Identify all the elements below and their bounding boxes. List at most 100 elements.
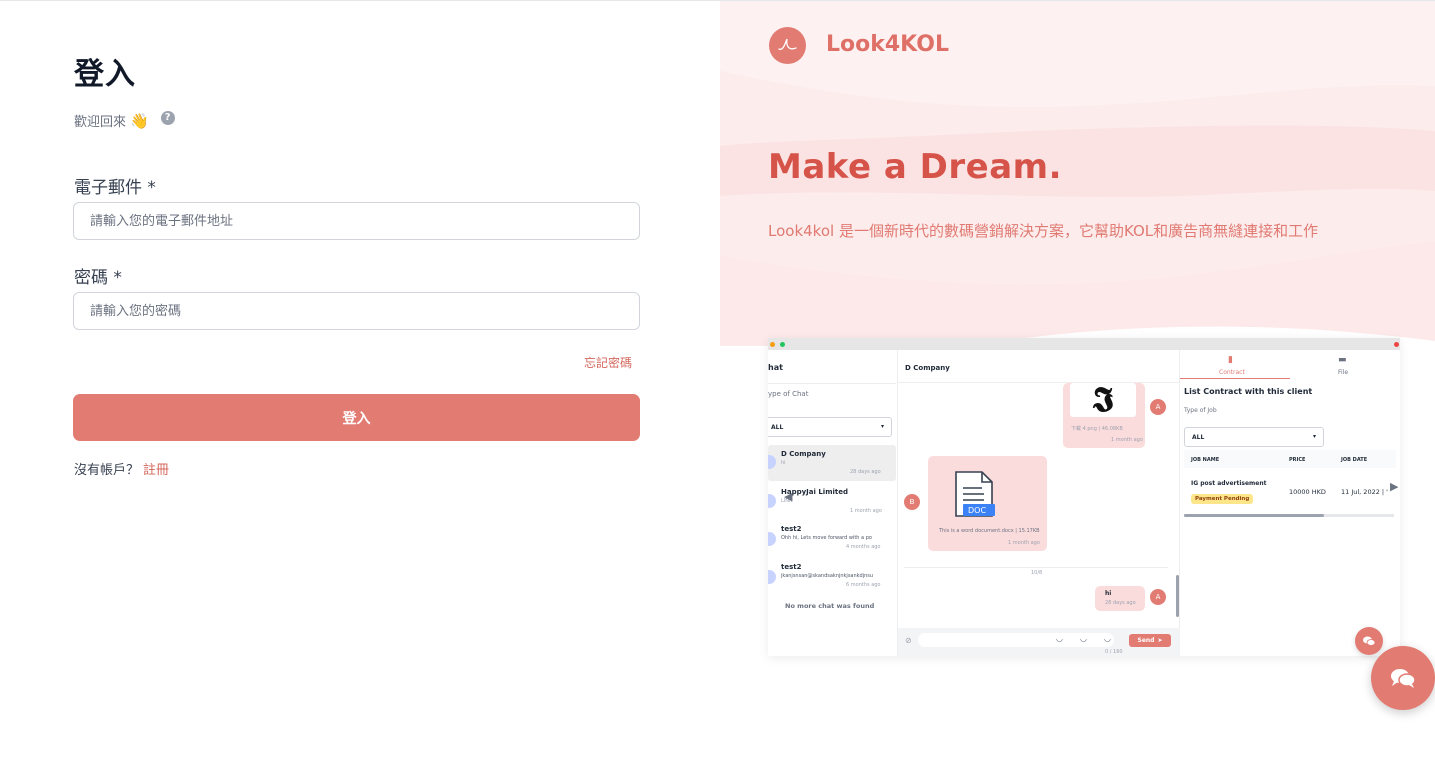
carousel-prev-icon[interactable]: ◀ (784, 490, 792, 503)
welcome-subtitle: 歡迎回來 👋 ? (74, 110, 175, 130)
horizontal-scrollbar[interactable] (1184, 514, 1394, 517)
char-count: 0 / 160 (1105, 649, 1123, 655)
live-chat-button[interactable] (1371, 646, 1435, 710)
doc-caption: This is a word document.docx | 15.17KB (939, 528, 1040, 534)
avatar: B (904, 494, 920, 510)
tab-contract-label: Contract (1219, 369, 1245, 376)
send-button[interactable]: Send ➤ (1129, 634, 1171, 647)
chat-name: D Company (781, 450, 826, 458)
date-divider: 10/8 (1031, 570, 1043, 576)
page-title: 登入 (74, 57, 136, 92)
emoji-icon[interactable]: ◡ (1056, 634, 1063, 643)
hero-description: Look4kol 是一個新時代的數碼營銷解決方案，它幫助KOL和廣告商無縫連接和… (768, 222, 1319, 240)
avatar: A (1150, 399, 1166, 415)
email-label: 電子郵件 * (74, 178, 156, 198)
carousel-next-icon[interactable]: ▶ (1390, 480, 1398, 493)
signup-link[interactable]: 註冊 (143, 463, 169, 478)
job-type-select[interactable]: ALL ▾ (1184, 427, 1324, 447)
chat-name: test2 (781, 563, 802, 571)
chat-icon (1391, 669, 1416, 688)
conversation-column: D Company 𝕴 下載 4.png | 46.08KB 1 month a… (898, 350, 1180, 656)
chat-name: test2 (781, 525, 802, 533)
chat-type-label: ype of Chat (768, 390, 809, 398)
image-caption: 下載 4.png | 46.08KB (1071, 426, 1123, 432)
window-dot-yellow (770, 342, 775, 347)
job-date: 11 Jul, 2022 | ' (1341, 488, 1388, 496)
waving-hand-icon: 👋 (130, 111, 149, 130)
forgot-password-link[interactable]: 忘記密碼 (584, 354, 632, 371)
column-header: PRICE (1289, 457, 1306, 463)
chat-time: 28 days ago (850, 469, 881, 475)
table-row[interactable]: IG post advertisement Payment Pending 10… (1184, 468, 1396, 514)
help-icon[interactable]: ? (160, 110, 175, 125)
tab-file[interactable]: ▬ File (1290, 350, 1400, 379)
chevron-down-icon: ▾ (881, 423, 885, 430)
window-titlebar (768, 338, 1400, 350)
welcome-text: 歡迎回來 (74, 115, 127, 130)
job-type-value: ALL (1192, 434, 1205, 441)
text-message-bubble[interactable]: hi 28 days ago (1095, 586, 1145, 611)
no-account-text: 沒有帳戶？ (74, 463, 140, 478)
chat-preview: jkanjsnsan@skandsaknjnkjsankdjnsu (781, 573, 874, 579)
contract-column: ▮ Contract ▬ File List Contract with thi… (1180, 350, 1400, 656)
newspaper-logo-icon: 𝕴 (1070, 383, 1136, 417)
password-label: 密碼 * (74, 268, 122, 288)
chat-preview: Ohh hi, Lets move forward with a po (781, 535, 872, 541)
message-time: 1 month ago (1008, 540, 1040, 546)
brand-name[interactable]: Look4KOL (826, 32, 949, 57)
password-input[interactable] (73, 292, 640, 330)
folder-icon: ▬ (1338, 355, 1347, 365)
message-time: 28 days ago (1105, 600, 1136, 606)
chat-type-value: ALL (771, 424, 784, 431)
no-more-chat-text: No more chat was found (785, 602, 875, 610)
window-dot-green (780, 342, 785, 347)
avatar (768, 494, 776, 508)
avatar (768, 570, 776, 584)
conversation-title: D Company (905, 364, 950, 372)
status-badge: Payment Pending (1191, 494, 1254, 504)
image-message-bubble[interactable]: 𝕴 下載 4.png | 46.08KB 1 month ago (1063, 383, 1145, 448)
tab-file-label: File (1338, 369, 1349, 376)
chat-list-item[interactable]: test2 jkanjsnsan@skandsaknjnkjsankdjnsu … (768, 560, 896, 596)
avatar: A (1150, 589, 1166, 605)
avatar (768, 455, 776, 469)
type-of-job-label: Type of Job (1184, 407, 1217, 414)
attach-icon[interactable]: ⊘ (905, 636, 912, 645)
avatar (768, 532, 776, 546)
login-panel: 登入 歡迎回來 👋 ? 電子郵件 * 密碼 * 忘記密碼 登入 沒有帳戶？註冊 (0, 1, 720, 759)
column-header: JOB DATE (1341, 457, 1368, 463)
table-header-row: JOB NAME PRICE JOB DATE (1184, 450, 1396, 468)
scrollbar[interactable] (1176, 575, 1179, 617)
chat-list-title: hat (768, 363, 783, 372)
chat-type-select[interactable]: ALL ▾ (768, 417, 892, 437)
tab-contract[interactable]: ▮ Contract (1180, 350, 1290, 379)
brand-logo-icon[interactable] (769, 27, 806, 64)
chat-list-item[interactable]: D Company hi 28 days ago (768, 445, 896, 481)
send-icon: ➤ (1157, 637, 1163, 644)
image-icon[interactable]: ◡ (1080, 634, 1087, 643)
chat-time: 6 months ago (846, 582, 881, 588)
chat-list-column: hat ype of Chat ALL ▾ D Company hi 28 da… (768, 350, 898, 656)
job-price: 10000 HKD (1289, 488, 1326, 496)
column-header: JOB NAME (1191, 457, 1220, 463)
chat-time: 1 month ago (850, 508, 882, 514)
chat-list-item[interactable]: test2 Ohh hi, Lets move forward with a p… (768, 522, 896, 558)
job-name: IG post advertisement (1191, 480, 1267, 487)
file-icon[interactable]: ◡ (1104, 634, 1111, 643)
chat-preview: hi (781, 460, 786, 466)
email-input[interactable] (73, 202, 640, 240)
chat-time: 4 months ago (846, 544, 881, 550)
contract-title: List Contract with this client (1184, 387, 1313, 396)
signup-row: 沒有帳戶？ 註冊 (74, 459, 169, 478)
login-page: 登入 歡迎回來 👋 ? 電子郵件 * 密碼 * 忘記密碼 登入 沒有帳戶？註冊 … (0, 0, 1435, 759)
send-label: Send (1137, 637, 1155, 644)
message-time: 1 month ago (1111, 437, 1143, 443)
chevron-down-icon: ▾ (1313, 433, 1317, 440)
app-preview-image: hat ype of Chat ALL ▾ D Company hi 28 da… (768, 338, 1400, 656)
login-button[interactable]: 登入 (73, 394, 640, 441)
window-dot-red (1394, 342, 1399, 347)
message-text: hi (1105, 590, 1112, 597)
chat-bubble-icon[interactable] (1355, 627, 1383, 655)
document-message-bubble[interactable]: DOC This is a word document.docx | 15.17… (928, 456, 1047, 551)
doc-type-label: DOC (968, 506, 987, 515)
